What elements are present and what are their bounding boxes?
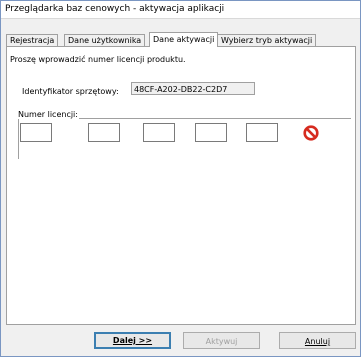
- hardware-id-field[interactable]: 48CF-A202-DB22-C2D7: [131, 82, 255, 95]
- no-entry-icon[interactable]: [303, 125, 319, 141]
- activate-button[interactable]: Aktywuj: [183, 332, 260, 349]
- window-title: Przeglądarka baz cenowych - aktywacja ap…: [5, 4, 225, 14]
- next-button[interactable]: Dalej >>: [94, 332, 171, 349]
- cancel-button[interactable]: Anuluj: [279, 332, 356, 349]
- license-field-1[interactable]: [20, 123, 52, 142]
- license-group-label: Numer licencji:: [17, 110, 79, 119]
- cancel-button-label: Anuluj: [304, 337, 331, 346]
- license-field-2[interactable]: [88, 123, 120, 142]
- tab-dane-aktywacji[interactable]: Dane aktywacji: [149, 32, 219, 47]
- activation-window: Przeglądarka baz cenowych - aktywacja ap…: [0, 0, 361, 357]
- title-bar: Przeglądarka baz cenowych - aktywacja ap…: [1, 1, 360, 19]
- tab-panel: Proszę wprowadzić numer licencji produkt…: [6, 46, 356, 325]
- license-group: [18, 118, 351, 159]
- instruction-text: Proszę wprowadzić numer licencji produkt…: [10, 55, 186, 64]
- next-button-label: Dalej >>: [112, 336, 153, 345]
- license-field-4[interactable]: [195, 123, 227, 142]
- license-field-5[interactable]: [246, 123, 278, 142]
- license-field-3[interactable]: [143, 123, 175, 142]
- hardware-id-label: Identyfikator sprzętowy:: [22, 87, 119, 96]
